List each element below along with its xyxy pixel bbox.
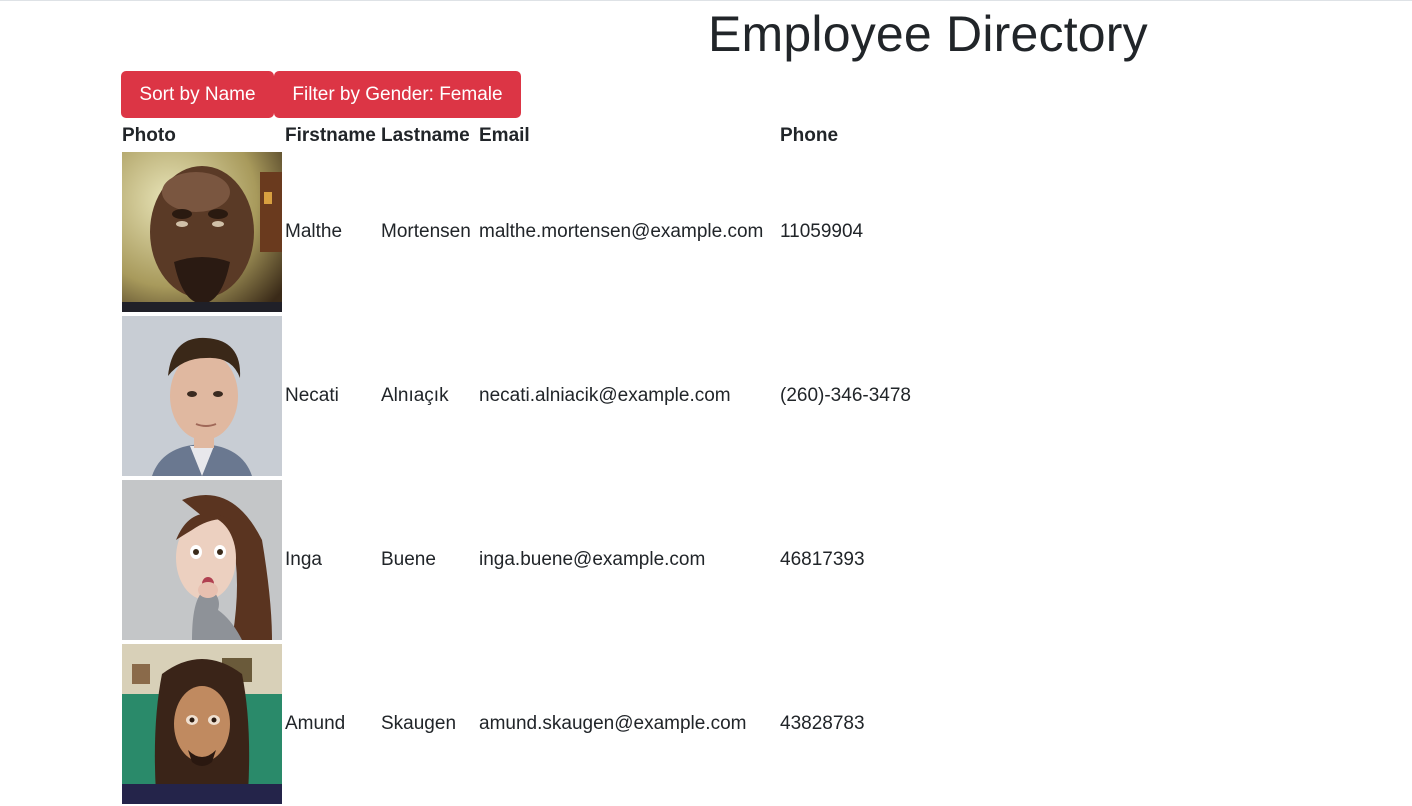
employee-table: Photo Firstname Lastname Email Phone Mal… [121, 122, 942, 806]
header-phone[interactable]: Phone [779, 122, 942, 150]
header-photo[interactable]: Photo [121, 122, 284, 150]
cell-firstname: Malthe [285, 221, 343, 242]
sort-by-name-button[interactable]: Sort by Name [121, 71, 274, 118]
cell-firstname: Amund [285, 713, 346, 734]
cell-lastname: Buene [381, 549, 436, 570]
employee-photo [122, 152, 282, 312]
table-row: Necati Alnıaçık necati.alniacik@example.… [121, 314, 942, 478]
cell-phone: 43828783 [780, 713, 865, 734]
header-firstname[interactable]: Firstname [284, 122, 380, 150]
cell-lastname: Alnıaçık [381, 385, 449, 406]
cell-email: necati.alniacik@example.com [479, 385, 731, 406]
employee-photo [122, 316, 282, 476]
table-row: Inga Buene inga.buene@example.com 468173… [121, 478, 942, 642]
cell-firstname: Inga [285, 549, 322, 570]
cell-lastname: Mortensen [381, 221, 471, 242]
toolbar: Sort by Name Filter by Gender: Female [121, 71, 521, 118]
cell-email: malthe.mortensen@example.com [479, 221, 764, 242]
table-header-row: Photo Firstname Lastname Email Phone [121, 122, 942, 150]
header-email[interactable]: Email [478, 122, 779, 150]
employee-photo [122, 480, 282, 640]
photo-cell [121, 478, 284, 642]
cell-firstname: Necati [285, 385, 339, 406]
filter-gender-button[interactable]: Filter by Gender: Female [274, 71, 521, 118]
employee-photo [122, 644, 282, 804]
cell-lastname: Skaugen [381, 713, 457, 734]
cell-phone: (260)-346-3478 [780, 385, 911, 406]
photo-cell [121, 150, 284, 314]
top-border [0, 0, 1412, 1]
table-row: Amund Skaugen amund.skaugen@example.com … [121, 642, 942, 806]
cell-phone: 46817393 [780, 549, 865, 570]
cell-phone: 11059904 [780, 221, 864, 242]
photo-cell [121, 642, 284, 806]
page-title: Employee Directory [708, 6, 1148, 62]
header-lastname[interactable]: Lastname [380, 122, 478, 150]
cell-email: amund.skaugen@example.com [479, 713, 747, 734]
photo-cell [121, 314, 284, 478]
cell-email: inga.buene@example.com [479, 549, 706, 570]
table-row: Malthe Mortensen malthe.mortensen@exampl… [121, 150, 942, 314]
